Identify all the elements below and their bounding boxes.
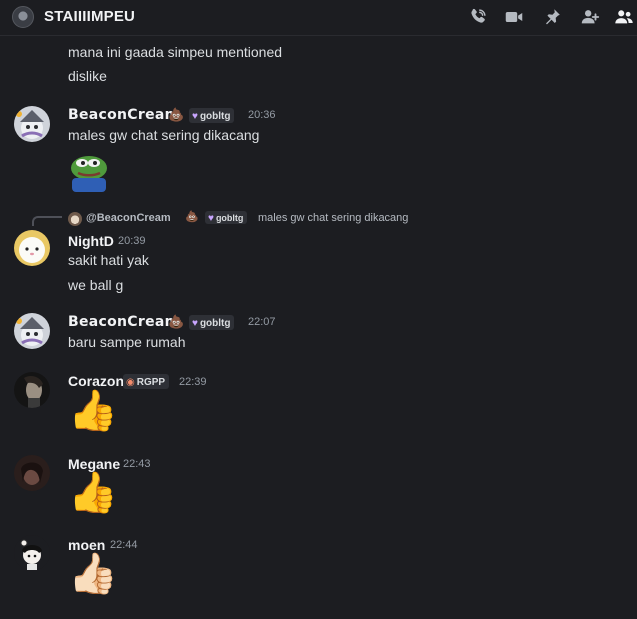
thumbs-up-emoji: 👍 [68, 471, 118, 515]
message-text: males gw chat sering dikacang [68, 127, 260, 143]
thumbs-up-emoji: 👍 [68, 389, 118, 433]
server-tag[interactable]: ◉ RGPP [123, 374, 170, 389]
heart-icon: ♥ [192, 110, 198, 122]
username[interactable]: BeaconCream [68, 107, 180, 123]
reply-preview-text[interactable]: males gw chat sering dikacang [258, 212, 408, 224]
server-tag-label: gobltg [199, 317, 231, 329]
message-list[interactable]: mana ini gaada simpeu mentioned dislike … [0, 37, 637, 619]
avatar[interactable] [14, 230, 50, 266]
channel-header: STAIIIIMPEU [0, 0, 637, 36]
avatar[interactable] [14, 535, 50, 571]
username[interactable]: Corazon [68, 373, 124, 389]
avatar[interactable] [14, 106, 50, 142]
username[interactable]: NightD [68, 233, 114, 249]
poop-emoji: 💩 [185, 211, 199, 223]
reply-avatar[interactable] [68, 212, 82, 226]
server-tag-label: gobltg [199, 110, 231, 122]
timestamp: 22:39 [179, 376, 207, 388]
timestamp: 22:44 [110, 539, 138, 551]
message-text: baru sampe rumah [68, 334, 186, 350]
fire-icon: ◉ [126, 376, 135, 388]
message-text: dislike [68, 68, 107, 84]
video-call-icon[interactable] [503, 6, 525, 28]
avatar[interactable] [14, 455, 50, 491]
server-tag-label: gobltg [215, 213, 244, 223]
server-tag[interactable]: ♥ gobltg [189, 315, 235, 330]
server-tag[interactable]: ♥ gobltg [189, 108, 235, 123]
poop-emoji: 💩 [168, 314, 185, 329]
pepe-frog-sticker[interactable] [68, 150, 110, 192]
message-text: we ball g [68, 277, 124, 293]
channel-avatar[interactable] [12, 6, 34, 28]
member-list-icon[interactable] [613, 6, 635, 28]
timestamp: 20:39 [118, 235, 146, 247]
channel-title: STAIIIIMPEU [44, 8, 136, 25]
thumbs-up-emoji: 👍🏻 [68, 552, 118, 596]
server-tag[interactable]: ♥ gobltg [205, 211, 248, 224]
username[interactable]: moen [68, 537, 105, 553]
message-text: sakit hati yak [68, 252, 149, 268]
avatar[interactable] [14, 372, 50, 408]
avatar[interactable] [14, 313, 50, 349]
reply-connector [32, 216, 62, 226]
timestamp: 22:07 [248, 316, 276, 328]
server-tag-label: RGPP [136, 376, 166, 388]
timestamp: 20:36 [248, 109, 276, 121]
username[interactable]: BeaconCream [68, 314, 180, 330]
reply-username[interactable]: @BeaconCream [86, 212, 171, 224]
heart-icon: ♥ [208, 212, 214, 224]
poop-emoji: 💩 [168, 107, 185, 122]
phone-call-icon[interactable] [467, 6, 489, 28]
timestamp: 22:43 [123, 458, 151, 470]
pin-icon[interactable] [541, 6, 563, 28]
add-member-icon[interactable] [579, 6, 601, 28]
username[interactable]: Megane [68, 456, 120, 472]
heart-icon: ♥ [192, 317, 198, 329]
message-text: mana ini gaada simpeu mentioned [68, 44, 283, 60]
